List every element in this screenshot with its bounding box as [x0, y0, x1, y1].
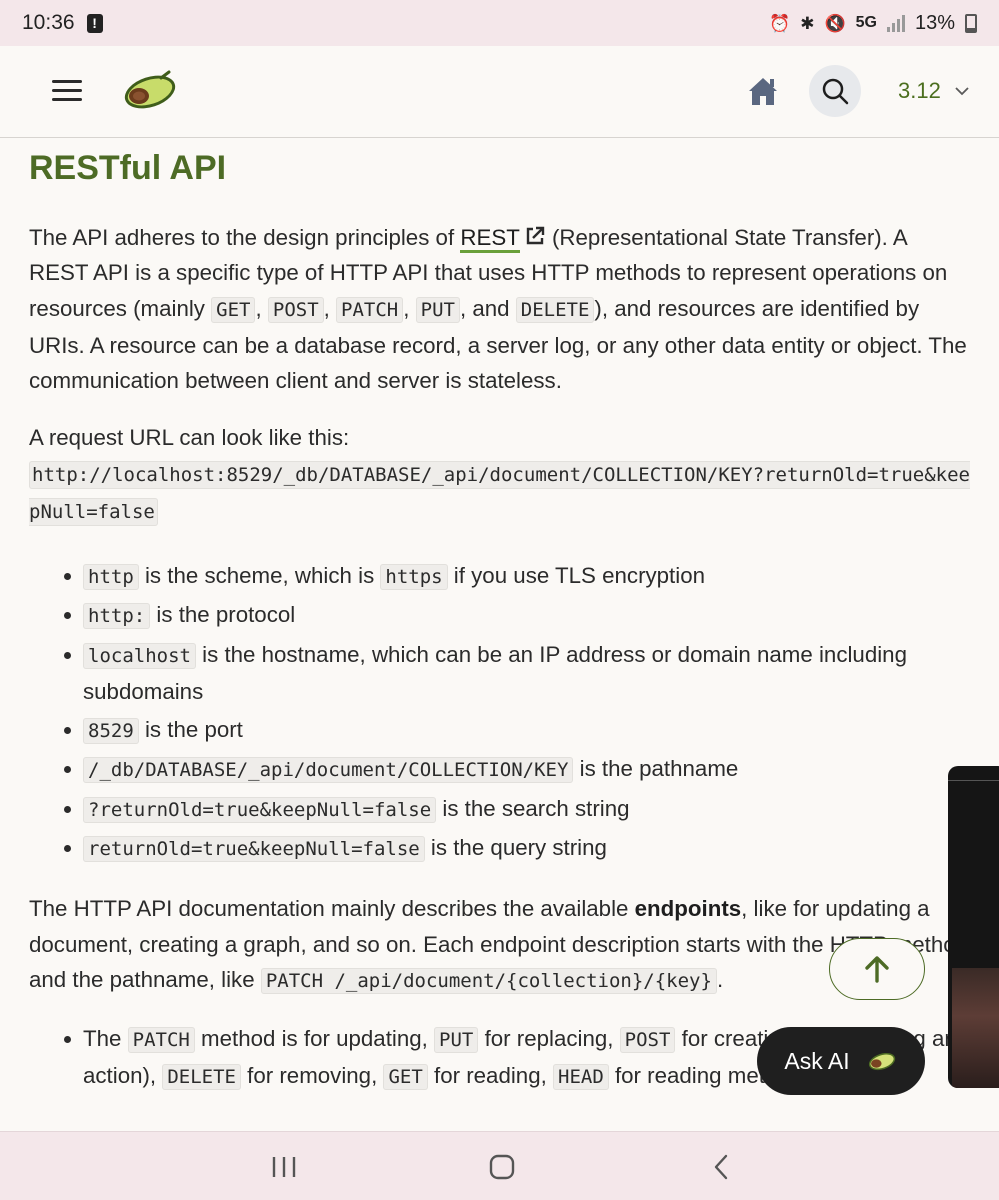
search-icon: [822, 78, 849, 105]
url-intro: A request URL can look like this:: [29, 420, 971, 455]
page-title: RESTful API: [29, 149, 227, 187]
inline-code: localhost: [83, 642, 196, 669]
menu-icon[interactable]: [52, 80, 82, 102]
list-item: ?returnOld=true&keepNull=false is the se…: [29, 791, 971, 828]
search-button[interactable]: [809, 65, 861, 117]
avocado-logo[interactable]: [117, 68, 179, 114]
inline-code: 8529: [83, 717, 139, 744]
list-item-text: is the search string: [436, 795, 630, 821]
list-item-text: is the hostname, which can be an IP addr…: [83, 641, 907, 704]
intro-text: The API adheres to the design principles…: [29, 225, 461, 250]
rest-link-label: REST: [460, 225, 520, 250]
recent-apps-icon[interactable]: [268, 1152, 300, 1182]
inline-code: returnOld=true&keepNull=false: [83, 836, 425, 863]
endpoints-bold: endpoints: [634, 896, 742, 922]
scroll-to-top-button[interactable]: [829, 938, 925, 1000]
inline-code: PUT: [434, 1027, 479, 1054]
list-item: 8529 is the port: [29, 712, 971, 749]
ask-ai-button[interactable]: Ask AI: [757, 1027, 925, 1095]
method-code: PATCH: [336, 296, 404, 323]
version-label: 3.12: [898, 78, 941, 103]
url-intro-text: A request URL can look like this:: [29, 425, 350, 451]
home-nav-icon[interactable]: [486, 1152, 518, 1182]
list-item: returnOld=true&keepNull=false is the que…: [29, 830, 971, 867]
list-item: localhost is the hostname, which can be …: [29, 637, 971, 709]
external-link-icon: [526, 226, 545, 245]
battery-icon: [965, 13, 977, 33]
video-thumbnail: [952, 968, 999, 1088]
intro-paragraph: The API adheres to the design principles…: [29, 220, 971, 398]
system-nav-bar: [0, 1131, 999, 1200]
url-parts-list: http is the scheme, which is https if yo…: [29, 558, 971, 868]
list-item-text: if you use TLS encryption: [447, 562, 705, 588]
inline-code: ?returnOld=true&keepNull=false: [83, 796, 437, 823]
endpoints-text: .: [716, 966, 724, 992]
list-item: http: is the protocol: [29, 597, 971, 634]
status-right: ⏰ ✱ 🔇 5G 13%: [769, 12, 977, 35]
separator: ,: [255, 295, 268, 321]
alarm-icon: ⏰: [769, 13, 791, 33]
list-item: http is the scheme, which is https if yo…: [29, 558, 971, 595]
endpoints-paragraph: The HTTP API documentation mainly descri…: [29, 891, 971, 999]
bluetooth-icon: ✱: [800, 13, 815, 33]
home-icon[interactable]: [744, 72, 782, 110]
method-code: GET: [211, 296, 256, 323]
list-item-text: is the query string: [424, 835, 607, 861]
method-code: DELETE: [515, 296, 595, 323]
list-item-text: is the pathname: [573, 756, 739, 782]
list-item-text: is the scheme, which is: [138, 562, 381, 588]
separator: ,: [403, 295, 416, 321]
url-example: http://localhost:8529/_db/DATABASE/_api/…: [29, 456, 971, 530]
mute-icon: 🔇: [824, 13, 846, 33]
list-item-text: is the protocol: [150, 602, 296, 628]
inline-code: DELETE: [162, 1064, 241, 1091]
back-icon[interactable]: [706, 1152, 738, 1182]
inline-code: PATCH: [127, 1027, 195, 1054]
inline-code: /_db/DATABASE/_api/document/COLLECTION/K…: [83, 757, 574, 784]
network-type: 5G: [855, 14, 877, 31]
method-code: PUT: [415, 296, 460, 323]
list-item-text: for reading,: [427, 1063, 553, 1089]
inline-code: https: [380, 563, 448, 590]
url-example-code: http://localhost:8529/_db/DATABASE/_api/…: [29, 460, 970, 526]
inline-code: GET: [383, 1064, 428, 1091]
inline-code: http: [83, 563, 139, 590]
status-bar: 10:36 ! ⏰ ✱ 🔇 5G 13%: [0, 0, 999, 46]
app-header: 3.12: [0, 46, 999, 138]
inline-code: POST: [619, 1027, 676, 1054]
inline-code: http:: [83, 603, 151, 630]
article-content: RESTful API The API adheres to the desig…: [29, 138, 971, 1131]
alert-notification-icon: !: [86, 13, 103, 33]
battery-level: 13%: [914, 11, 955, 34]
arrow-up-icon: [865, 956, 889, 983]
list-item-text: The: [83, 1026, 128, 1052]
list-item-text: method is for updating,: [194, 1026, 435, 1052]
panel-divider: [948, 780, 999, 781]
version-select[interactable]: 3.12: [898, 75, 969, 107]
separator: , and: [459, 295, 516, 321]
list-item-text: for replacing,: [478, 1026, 620, 1052]
avocado-icon: [868, 1052, 895, 1071]
method-code: POST: [267, 296, 324, 323]
ask-ai-label: Ask AI: [784, 1047, 850, 1074]
floating-video-panel[interactable]: [948, 766, 999, 1088]
signal-icon: [886, 14, 905, 32]
endpoints-text: The HTTP API documentation mainly descri…: [29, 896, 635, 922]
list-item-text: is the port: [138, 716, 243, 742]
inline-code: HEAD: [553, 1064, 609, 1091]
status-time: 10:36: [22, 11, 75, 34]
list-item-text: for removing,: [240, 1063, 384, 1089]
list-item: /_db/DATABASE/_api/document/COLLECTION/K…: [29, 751, 971, 788]
chevron-down-icon: [955, 87, 969, 96]
rest-link[interactable]: REST: [460, 225, 520, 253]
endpoint-code: PATCH /_api/document/{collection}/{key}: [260, 967, 717, 994]
separator: ,: [323, 295, 337, 321]
status-left: 10:36 !: [22, 11, 103, 35]
